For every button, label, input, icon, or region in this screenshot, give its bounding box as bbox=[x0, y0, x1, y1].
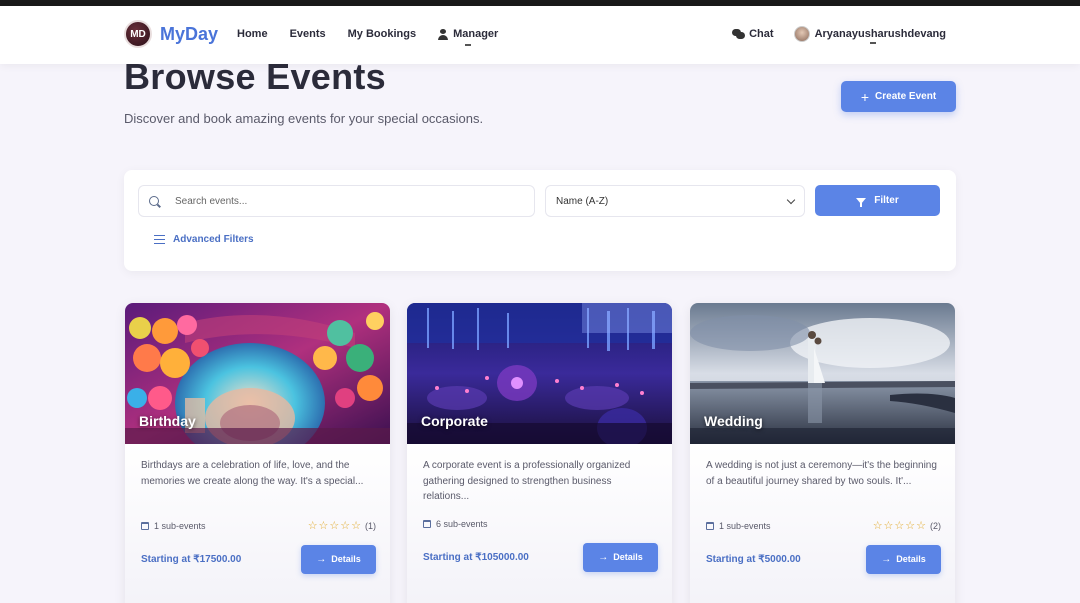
filter-label: Filter bbox=[874, 195, 899, 206]
user-name: Aryanayusharushdevang bbox=[814, 28, 946, 40]
sub-events-label: 1 sub-events bbox=[719, 520, 771, 531]
nav-home[interactable]: Home bbox=[237, 28, 268, 40]
user-menu[interactable]: Aryanayusharushdevang bbox=[793, 26, 946, 44]
advanced-filters-label: Advanced Filters bbox=[173, 234, 254, 245]
details-label: Details bbox=[331, 554, 361, 564]
details-button[interactable]: → Details bbox=[583, 542, 658, 572]
sub-events-label: 1 sub-events bbox=[154, 520, 206, 531]
event-title: Birthday bbox=[139, 413, 196, 429]
rating-stars: ☆☆☆☆☆ (2) bbox=[873, 519, 941, 532]
chevron-down-icon bbox=[786, 195, 796, 204]
event-card-body: A corporate event is a professionally or… bbox=[407, 444, 672, 603]
nav-right: Chat Aryanayusharushdevang bbox=[732, 26, 946, 44]
event-description: A corporate event is a professionally or… bbox=[423, 460, 631, 502]
nav-my-bookings[interactable]: My Bookings bbox=[348, 28, 416, 40]
event-description: Birthdays are a celebration of life, lov… bbox=[141, 460, 364, 487]
rating-stars: ☆☆☆☆☆ (1) bbox=[308, 519, 376, 532]
event-footer: Starting at ₹17500.00 → Details bbox=[141, 544, 376, 574]
event-title: Corporate bbox=[421, 413, 488, 429]
nav-links: Home Events My Bookings Manager bbox=[237, 28, 520, 46]
user-icon bbox=[438, 28, 449, 40]
avatar bbox=[793, 26, 810, 42]
sub-events-count: 1 sub-events bbox=[706, 521, 771, 531]
details-button[interactable]: → Details bbox=[866, 544, 941, 574]
details-button[interactable]: → Details bbox=[301, 544, 376, 574]
rating-count: (2) bbox=[930, 520, 941, 531]
create-event-label: Create Event bbox=[875, 91, 937, 102]
event-price: Starting at ₹17500.00 bbox=[141, 553, 242, 565]
event-image-corporate: Corporate bbox=[407, 303, 672, 444]
nav-events[interactable]: Events bbox=[290, 28, 326, 40]
calendar-icon bbox=[423, 520, 431, 528]
event-meta: 1 sub-events ☆☆☆☆☆ (1) bbox=[141, 519, 376, 532]
chat-label: Chat bbox=[749, 28, 774, 40]
calendar-icon bbox=[141, 521, 149, 530]
funnel-icon bbox=[856, 197, 867, 207]
sub-events-label: 6 sub-events bbox=[436, 519, 488, 529]
brand-logo[interactable]: MD MyDay bbox=[124, 20, 218, 48]
caret-down-icon bbox=[869, 42, 876, 44]
filter-panel: Name (A-Z) Filter Advanced Filters bbox=[124, 170, 956, 271]
logo-icon: MD bbox=[124, 20, 152, 48]
chat-link[interactable]: Chat bbox=[732, 28, 774, 40]
event-image-wedding: Wedding bbox=[690, 303, 955, 444]
nav-manager-dropdown[interactable]: Manager bbox=[438, 28, 499, 46]
sub-events-count: 1 sub-events bbox=[141, 521, 206, 531]
sub-events-count: 6 sub-events bbox=[423, 519, 488, 529]
caret-down-icon bbox=[465, 44, 472, 46]
page-title: Browse Events bbox=[124, 56, 386, 97]
arrow-right-icon: → bbox=[881, 553, 892, 565]
create-event-button[interactable]: + Create Event bbox=[841, 81, 956, 112]
event-price: Starting at ₹105000.00 bbox=[423, 551, 529, 563]
search-box[interactable] bbox=[138, 185, 535, 217]
event-card-body: Birthdays are a celebration of life, lov… bbox=[125, 444, 390, 603]
sort-select[interactable]: Name (A-Z) bbox=[545, 185, 805, 217]
event-meta: 6 sub-events bbox=[423, 519, 658, 529]
sort-selected-value: Name (A-Z) bbox=[556, 195, 609, 207]
star-icons: ☆☆☆☆☆ bbox=[307, 520, 362, 532]
details-label: Details bbox=[613, 552, 643, 562]
search-icon bbox=[149, 196, 159, 206]
nav-manager-label: Manager bbox=[453, 28, 499, 40]
calendar-icon bbox=[706, 521, 714, 530]
search-input[interactable] bbox=[175, 195, 505, 207]
event-image-birthday: Birthday bbox=[125, 303, 390, 444]
plus-icon: + bbox=[860, 88, 870, 105]
event-card-wedding: Wedding A wedding is not just a ceremony… bbox=[690, 303, 955, 603]
details-label: Details bbox=[896, 554, 926, 564]
arrow-right-icon: → bbox=[316, 553, 327, 565]
star-icons: ☆☆☆☆☆ bbox=[872, 520, 927, 532]
event-title: Wedding bbox=[704, 413, 763, 429]
event-meta: 1 sub-events ☆☆☆☆☆ (2) bbox=[706, 519, 941, 532]
filter-button[interactable]: Filter bbox=[815, 185, 940, 216]
chat-icon bbox=[732, 29, 746, 39]
event-price: Starting at ₹5000.00 bbox=[706, 553, 801, 565]
event-card-birthday: Birthday Birthdays are a celebration of … bbox=[125, 303, 390, 603]
event-card-body: A wedding is not just a ceremony—it's th… bbox=[690, 444, 955, 603]
arrow-right-icon: → bbox=[598, 551, 609, 563]
rating-count: (1) bbox=[365, 520, 376, 531]
advanced-filters-toggle[interactable]: Advanced Filters bbox=[154, 234, 254, 245]
event-description: A wedding is not just a ceremony—it's th… bbox=[706, 460, 937, 487]
page-subtitle: Discover and book amazing events for you… bbox=[124, 111, 484, 126]
event-footer: Starting at ₹105000.00 → Details bbox=[423, 542, 658, 572]
event-card-corporate: Corporate A corporate event is a profess… bbox=[407, 303, 672, 603]
event-footer: Starting at ₹5000.00 → Details bbox=[706, 544, 941, 574]
brand-name: MyDay bbox=[160, 23, 219, 44]
sliders-icon bbox=[154, 235, 165, 245]
